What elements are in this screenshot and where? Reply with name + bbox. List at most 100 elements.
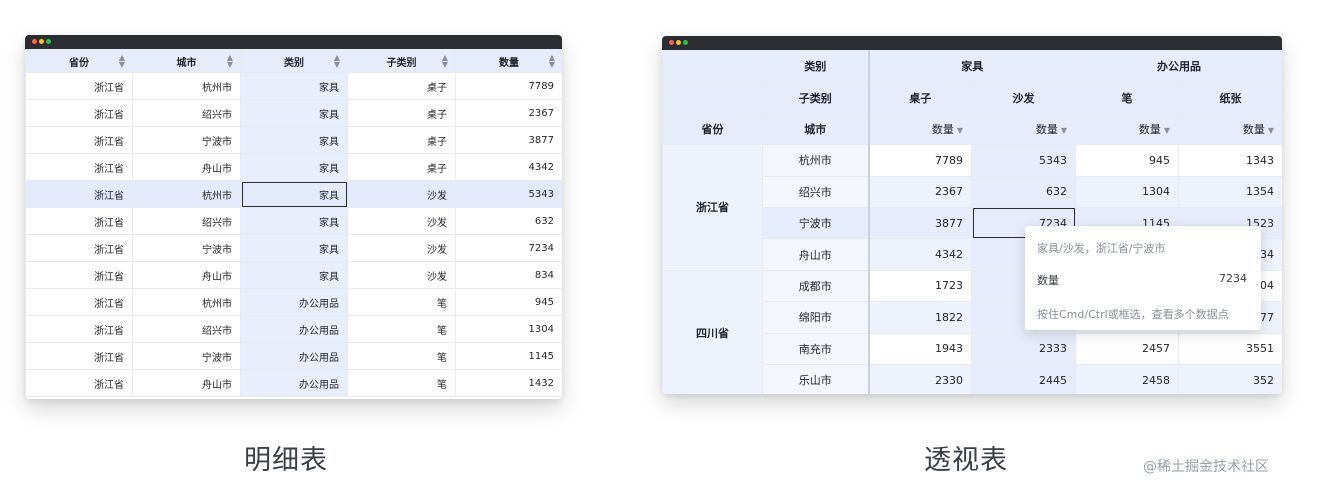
measure-header[interactable]: 数量 ▼	[971, 112, 1076, 146]
table-cell[interactable]: 4342	[868, 238, 972, 271]
table-cell[interactable]: 浙江省	[25, 369, 133, 397]
column-header-province[interactable]: 省份 ▲ ▼	[25, 49, 133, 73]
column-header-city[interactable]: 城市 ▲ ▼	[132, 49, 241, 73]
table-cell[interactable]: 家具	[240, 99, 348, 127]
table-row[interactable]: 浙江省 绍兴市 办公用品笔 1304	[25, 315, 562, 343]
table-row-selected[interactable]: 浙江省 杭州市 家具 沙发 5343	[25, 180, 562, 208]
table-cell[interactable]: 浙江省	[25, 126, 133, 154]
dropdown-triangle-icon[interactable]: ▼	[1061, 126, 1067, 135]
table-cell[interactable]: 办公用品	[240, 342, 348, 370]
table-cell[interactable]: 笔	[347, 369, 456, 397]
table-cell[interactable]: 浙江省	[25, 72, 133, 100]
row-header-city[interactable]: 舟山市	[762, 238, 870, 271]
row-header-city[interactable]: 南充市	[762, 332, 870, 365]
column-header-quantity[interactable]: 数量 ▲ ▼	[455, 49, 562, 73]
sort-updown-icon[interactable]: ▲ ▼	[549, 54, 555, 69]
column-header-office-supplies[interactable]: 办公用品	[1075, 49, 1282, 83]
column-header-paper[interactable]: 纸张	[1178, 81, 1282, 114]
table-cell[interactable]: 宁波市	[132, 126, 241, 154]
minimize-dot-icon[interactable]	[39, 39, 44, 44]
table-cell[interactable]: 杭州市	[132, 72, 241, 100]
maximize-dot-icon[interactable]	[683, 40, 688, 45]
dropdown-triangle-icon[interactable]: ▼	[1268, 126, 1274, 135]
table-cell[interactable]: 笔	[347, 315, 456, 343]
measure-header[interactable]: 数量 ▼	[868, 112, 972, 146]
table-cell[interactable]: 桌子	[347, 72, 456, 100]
sort-updown-icon[interactable]: ▲ ▼	[442, 54, 448, 69]
table-cell[interactable]: 1145	[455, 342, 562, 370]
table-cell[interactable]: 1943	[868, 332, 972, 365]
table-cell[interactable]: 浙江省	[25, 153, 133, 181]
column-header-subcategory[interactable]: 子类别 ▲ ▼	[347, 49, 456, 73]
table-cell[interactable]: 办公用品	[240, 315, 348, 343]
column-header-sofa[interactable]: 沙发	[971, 81, 1076, 114]
table-cell[interactable]: 1354	[1178, 175, 1282, 208]
table-cell[interactable]: 笔	[347, 342, 456, 370]
sort-updown-icon[interactable]: ▲ ▼	[334, 54, 340, 69]
table-cell[interactable]: 桌子	[347, 126, 456, 154]
table-cell[interactable]: 2330	[868, 363, 972, 394]
table-cell[interactable]: 3877	[868, 206, 972, 240]
table-cell[interactable]: 宁波市	[132, 234, 241, 262]
table-cell[interactable]: 2445	[971, 363, 1076, 394]
table-cell[interactable]: 家具	[240, 153, 348, 181]
table-cell[interactable]: 绍兴市	[132, 99, 241, 127]
table-cell[interactable]: 浙江省	[25, 342, 133, 370]
table-cell[interactable]: 2457	[1075, 332, 1179, 365]
table-row[interactable]: 浙江省 宁波市 办公用品笔 1145	[25, 342, 562, 370]
table-cell[interactable]: 浙江省	[25, 261, 133, 289]
table-row[interactable]: 浙江省 杭州市 办公用品笔 945	[25, 288, 562, 316]
table-row[interactable]: 浙江省 舟山市 家具 桌子 4342	[25, 153, 562, 181]
maximize-dot-icon[interactable]	[46, 39, 51, 44]
table-cell[interactable]: 家具	[240, 234, 348, 262]
row-header-city[interactable]: 绍兴市	[762, 175, 870, 208]
table-cell[interactable]: 沙发	[347, 180, 456, 208]
table-cell[interactable]: 834	[455, 261, 562, 289]
table-cell[interactable]: 浙江省	[25, 180, 133, 208]
table-cell[interactable]: 945	[1075, 144, 1179, 177]
sort-updown-icon[interactable]: ▲ ▼	[119, 54, 125, 69]
table-cell[interactable]: 家具	[240, 261, 348, 289]
table-cell[interactable]: 2367	[868, 175, 972, 208]
table-cell[interactable]: 1723	[868, 269, 972, 303]
row-header-zhejiang[interactable]: 浙江省	[662, 144, 763, 271]
sort-updown-icon[interactable]: ▲ ▼	[227, 54, 233, 69]
column-header-desk[interactable]: 桌子	[868, 81, 972, 114]
table-cell[interactable]: 浙江省	[25, 234, 133, 262]
table-cell[interactable]: 办公用品	[240, 288, 348, 316]
column-header-furniture[interactable]: 家具	[868, 49, 1076, 83]
row-header-city[interactable]: 杭州市	[762, 144, 870, 177]
table-cell[interactable]: 浙江省	[25, 288, 133, 316]
dropdown-triangle-icon[interactable]: ▼	[1164, 126, 1170, 135]
table-cell[interactable]: 1304	[455, 315, 562, 343]
table-cell[interactable]: 7789	[455, 72, 562, 100]
row-header-city[interactable]: 宁波市	[762, 206, 870, 240]
table-cell[interactable]: 3551	[1178, 332, 1282, 365]
measure-header[interactable]: 数量 ▼	[1075, 112, 1179, 146]
table-cell[interactable]: 浙江省	[25, 207, 133, 235]
table-cell[interactable]: 沙发	[347, 234, 456, 262]
table-cell[interactable]: 5343	[455, 180, 562, 208]
table-row[interactable]: 浙江省 宁波市 家具 桌子 3877	[25, 126, 562, 154]
table-row[interactable]: 浙江省 宁波市 家具 沙发 7234	[25, 234, 562, 262]
table-row[interactable]: 浙江省 舟山市 家具 沙发 834	[25, 261, 562, 289]
row-header-city[interactable]: 成都市	[762, 269, 870, 303]
table-row[interactable]: 浙江省 绍兴市 家具 沙发 632	[25, 207, 562, 235]
table-cell[interactable]: 5343	[971, 144, 1076, 177]
close-dot-icon[interactable]	[32, 39, 37, 44]
table-cell[interactable]: 2333	[971, 332, 1076, 365]
table-cell[interactable]: 1432	[455, 369, 562, 397]
table-row[interactable]: 浙江省 杭州市 7789 5343 945 1343	[662, 144, 1282, 271]
table-cell[interactable]: 桌子	[347, 153, 456, 181]
table-cell[interactable]: 2458	[1075, 363, 1179, 394]
table-cell[interactable]: 浙江省	[25, 99, 133, 127]
row-header-city[interactable]: 乐山市	[762, 363, 870, 394]
table-cell[interactable]: 办公用品	[240, 369, 348, 397]
table-cell[interactable]: 舟山市	[132, 153, 241, 181]
table-cell[interactable]: 2367	[455, 99, 562, 127]
table-cell[interactable]: 浙江省	[25, 315, 133, 343]
table-cell[interactable]: 家具	[240, 72, 348, 100]
close-dot-icon[interactable]	[669, 40, 674, 45]
table-cell-active[interactable]: 家具	[240, 180, 348, 208]
table-cell[interactable]: 632	[971, 175, 1076, 208]
